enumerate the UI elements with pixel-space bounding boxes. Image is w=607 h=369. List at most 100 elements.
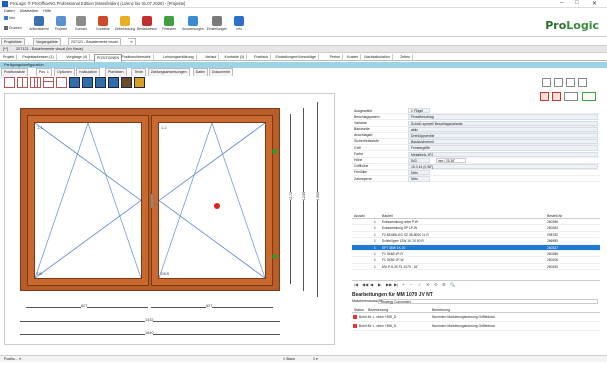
- section-tab-9[interactable]: Einstellungen/Vorschläge: [274, 54, 319, 61]
- nav-button-9[interactable]: ✕: [426, 282, 429, 287]
- window-drawing-canvas[interactable]: 1.1 DK 1.2 DKS 627 627 1432 1640 1172 12…: [4, 93, 335, 345]
- sub-tab-3[interactable]: Kalkulation: [76, 68, 100, 76]
- nav-button-3[interactable]: ▶: [378, 282, 381, 287]
- kontakte-button[interactable]: Kontakte: [92, 16, 114, 31]
- paste-icon[interactable]: [554, 78, 563, 87]
- property-value[interactable]: Basissicherheit: [408, 139, 598, 145]
- new-button[interactable]: Neu: [4, 16, 15, 21]
- edit-row[interactable]: Bohrl für <- oben +305_D Nummern Markieru…: [352, 313, 600, 322]
- sub-tab-8[interactable]: Dokumente: [208, 68, 234, 76]
- property-value[interactable]: Metallbeis 1P2: [408, 151, 598, 157]
- nav-button-11[interactable]: ☰: [442, 282, 446, 287]
- sub-tab-5[interactable]: Texte: [131, 68, 147, 76]
- shape-brown-icon[interactable]: [121, 77, 132, 88]
- property-unit[interactable]: mm / 25.38": [436, 157, 466, 163]
- table-row[interactable]: 1 MV-P-8-30 PL 1070 . 16" 260330: [352, 264, 600, 271]
- export-icon[interactable]: [566, 78, 575, 87]
- section-tab-1[interactable]: Projektadressen (1): [20, 54, 57, 61]
- section-tab-13[interactable]: Zeiten: [398, 54, 414, 61]
- property-value[interactable]: Drehkippventile: [408, 133, 598, 139]
- einstellungen-button[interactable]: Einstellungen: [206, 16, 228, 31]
- sub-tab-4[interactable]: Planlisten: [104, 68, 127, 76]
- shape-triple-icon[interactable]: [30, 77, 41, 88]
- copy-icon[interactable]: [542, 78, 551, 87]
- maximize-button[interactable]: □: [575, 0, 579, 6]
- col-bemerkung[interactable]: Bemerkung: [432, 308, 450, 312]
- finanzen-button[interactable]: Finanzen: [158, 16, 180, 31]
- nav-button-10[interactable]: ⟲: [434, 282, 437, 287]
- section-tab-11[interactable]: Kosten: [345, 54, 362, 61]
- section-tab-8[interactable]: Postfach: [252, 54, 272, 61]
- bestellwesen-button[interactable]: Bestellwesen: [136, 16, 158, 31]
- tab-vorgangsliste[interactable]: Vorgangsliste: [33, 38, 61, 45]
- property-value[interactable]: 15.0 44 (0.96"): [408, 163, 598, 170]
- shape-blue-3-icon[interactable]: [95, 77, 106, 88]
- print-preview-icon[interactable]: [578, 78, 587, 87]
- shape-single-icon[interactable]: [4, 77, 15, 88]
- shape-blue-1-icon[interactable]: [69, 77, 80, 88]
- property-value[interactable]: 543: [408, 157, 430, 163]
- status-dropdown[interactable]: 1 ▾: [313, 357, 318, 361]
- shape-double-icon[interactable]: [17, 77, 28, 88]
- property-value[interactable]: 1 Flügel: [408, 108, 430, 114]
- shape-yellow-icon[interactable]: [134, 77, 145, 88]
- section-tab-3[interactable]: POSITIONEN: [93, 54, 123, 62]
- sub-tab-7[interactable]: Daten: [192, 68, 209, 76]
- tab-bauelemente[interactable]: 207121 - Bauelemente visual: [68, 38, 121, 45]
- nav-button-5[interactable]: ▶|: [394, 282, 398, 287]
- nav-button-6[interactable]: +: [402, 282, 404, 287]
- tab-projektliste[interactable]: Projektliste: [1, 38, 25, 45]
- nav-button-8[interactable]: ✓: [418, 282, 421, 287]
- hinge-bottom-knob[interactable]: [272, 254, 277, 259]
- col-status[interactable]: Status: [354, 308, 364, 312]
- delete-icon[interactable]: [540, 92, 549, 101]
- section-tab-12[interactable]: Nachkalkulation: [362, 54, 393, 61]
- property-value[interactable]: Nein: [408, 170, 430, 176]
- shape-transom-icon[interactable]: [43, 77, 54, 88]
- nav-button-4[interactable]: ▶▶: [386, 282, 392, 287]
- nav-button-1[interactable]: ◀◀: [362, 282, 368, 287]
- minimize-button[interactable]: –: [560, 0, 563, 6]
- nav-button-0[interactable]: |◀: [354, 282, 358, 287]
- property-value[interactable]: Nein: [408, 176, 430, 182]
- sub-tab-1[interactable]: Pos. 1: [35, 68, 52, 76]
- info-button[interactable]: Info: [228, 16, 250, 31]
- col-bauteil[interactable]: Bauteil: [382, 214, 393, 218]
- auswertungen-button[interactable]: Auswertungen: [182, 16, 204, 31]
- property-value[interactable]: Schloß speziell Beschlagsvariante: [408, 120, 598, 126]
- nav-button-2[interactable]: ◀: [370, 282, 373, 287]
- machine-select[interactable]: Strategy Consumers: [378, 299, 598, 304]
- col-anzahl[interactable]: Anzahl: [354, 214, 365, 218]
- close-button[interactable]: ✕: [592, 0, 597, 7]
- print-button[interactable]: Drucken: [4, 26, 22, 31]
- selection-point[interactable]: [214, 203, 220, 209]
- close-tab-icon[interactable]: ✕: [128, 38, 137, 45]
- section-tab-5[interactable]: Leistungserklärung: [161, 54, 197, 61]
- section-tab-7[interactable]: Kontakte (3): [223, 54, 248, 61]
- property-value[interactable]: Fenstergriffe: [408, 145, 598, 151]
- remove-icon[interactable]: [552, 92, 561, 101]
- kontakt-button[interactable]: Kontakt: [70, 16, 92, 31]
- shape-blue-2-icon[interactable]: [82, 77, 93, 88]
- arrow-left-icon[interactable]: [564, 92, 578, 101]
- sub-tab-2[interactable]: Optionen: [54, 68, 75, 76]
- section-tab-10[interactable]: Preise: [328, 54, 343, 61]
- section-tab-2[interactable]: Vorgänge (4): [64, 54, 91, 61]
- section-tab-0[interactable]: Projekt: [1, 54, 18, 61]
- nav-button-12[interactable]: 🔍: [450, 282, 455, 287]
- right-sash[interactable]: 1.2 DKS: [151, 115, 273, 286]
- left-sash[interactable]: 1.1 DK: [27, 115, 149, 286]
- hinge-top-knob[interactable]: [272, 149, 277, 154]
- zeiterfassung-button[interactable]: Zeiterfassung: [114, 16, 136, 31]
- col-bezeichnung[interactable]: Bezeichnung: [368, 308, 388, 312]
- col-bestell[interactable]: Bestell-Nr: [547, 214, 562, 218]
- projekte-button[interactable]: Projekte: [50, 16, 72, 31]
- section-tab-4[interactable]: Positionsübersicht: [119, 54, 154, 61]
- property-value[interactable]: Pinselbeschlag: [408, 114, 598, 120]
- sub-tab-0[interactable]: Positionsliste: [1, 68, 28, 76]
- window-handle-icon[interactable]: [151, 194, 153, 208]
- artikelstamm-button[interactable]: Artikelstamm: [28, 16, 50, 31]
- shape-blue-4-icon[interactable]: [108, 77, 119, 88]
- edit-row[interactable]: Bohrl für <- oben +306_D Nummern Markieru…: [352, 322, 600, 331]
- property-value[interactable]: aktiv: [408, 126, 598, 133]
